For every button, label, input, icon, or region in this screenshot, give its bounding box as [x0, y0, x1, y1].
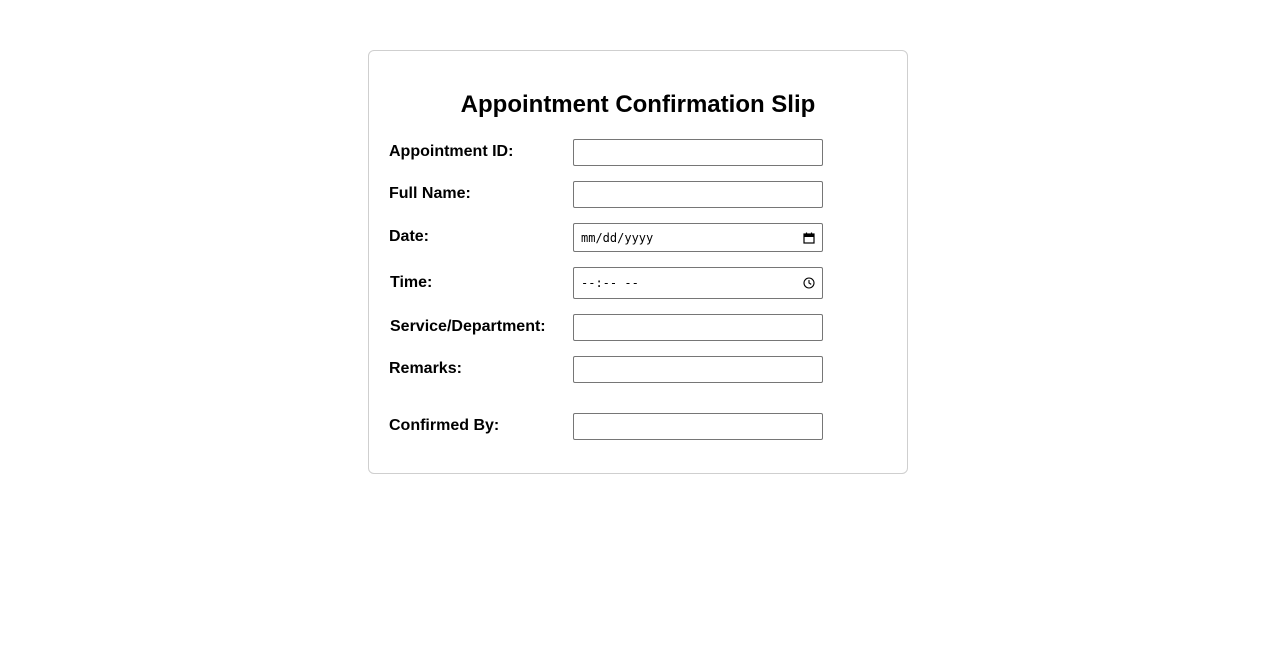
time-placeholder: --:-- --	[581, 276, 639, 290]
form-title: Appointment Confirmation Slip	[460, 91, 816, 118]
remarks-label: Remarks:	[389, 360, 462, 377]
calendar-icon[interactable]	[803, 232, 815, 244]
date-input[interactable]: mm/dd/yyyy	[573, 223, 823, 252]
time-label: Time:	[390, 274, 433, 291]
remarks-input[interactable]	[573, 356, 823, 383]
date-label: Date:	[389, 228, 430, 245]
confirmation-card: Appointment Confirmation Slip Appointmen…	[368, 50, 908, 474]
service-department-label: Service/Department:	[390, 318, 546, 335]
clock-icon[interactable]	[803, 277, 815, 289]
full-name-input[interactable]	[573, 181, 823, 208]
full-name-label: Full Name:	[389, 185, 471, 202]
time-input[interactable]: --:-- --	[573, 267, 823, 299]
appointment-id-input[interactable]	[573, 139, 823, 166]
confirmed-by-label: Confirmed By:	[389, 417, 500, 434]
appointment-id-label: Appointment ID:	[389, 143, 514, 160]
service-department-input[interactable]	[573, 314, 823, 341]
confirmed-by-input[interactable]	[573, 413, 823, 440]
date-placeholder: mm/dd/yyyy	[581, 230, 654, 245]
